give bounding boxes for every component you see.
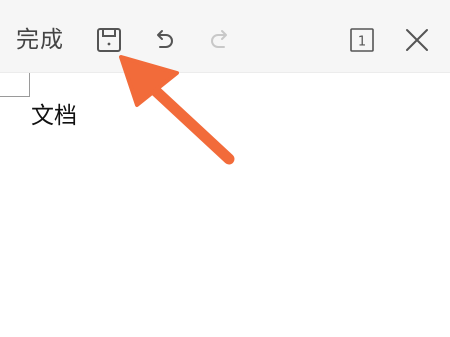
undo-icon: [157, 30, 173, 48]
close-icon: [406, 29, 428, 51]
top-toolbar: 完成 1: [0, 0, 450, 73]
close-button[interactable]: [401, 24, 433, 56]
page-corner-mark: [0, 73, 30, 97]
redo-icon: [211, 30, 227, 48]
arrow-shaft: [140, 76, 235, 165]
save-button[interactable]: [93, 24, 125, 56]
page-count-button[interactable]: 1: [346, 24, 378, 56]
undo-button[interactable]: [148, 24, 180, 56]
redo-button[interactable]: [204, 24, 236, 56]
done-button[interactable]: 完成: [16, 22, 64, 58]
save-icon: [97, 28, 121, 52]
page-count-icon: 1: [350, 28, 374, 52]
page-count-number: 1: [358, 35, 366, 50]
document-text[interactable]: 文档: [31, 100, 77, 132]
